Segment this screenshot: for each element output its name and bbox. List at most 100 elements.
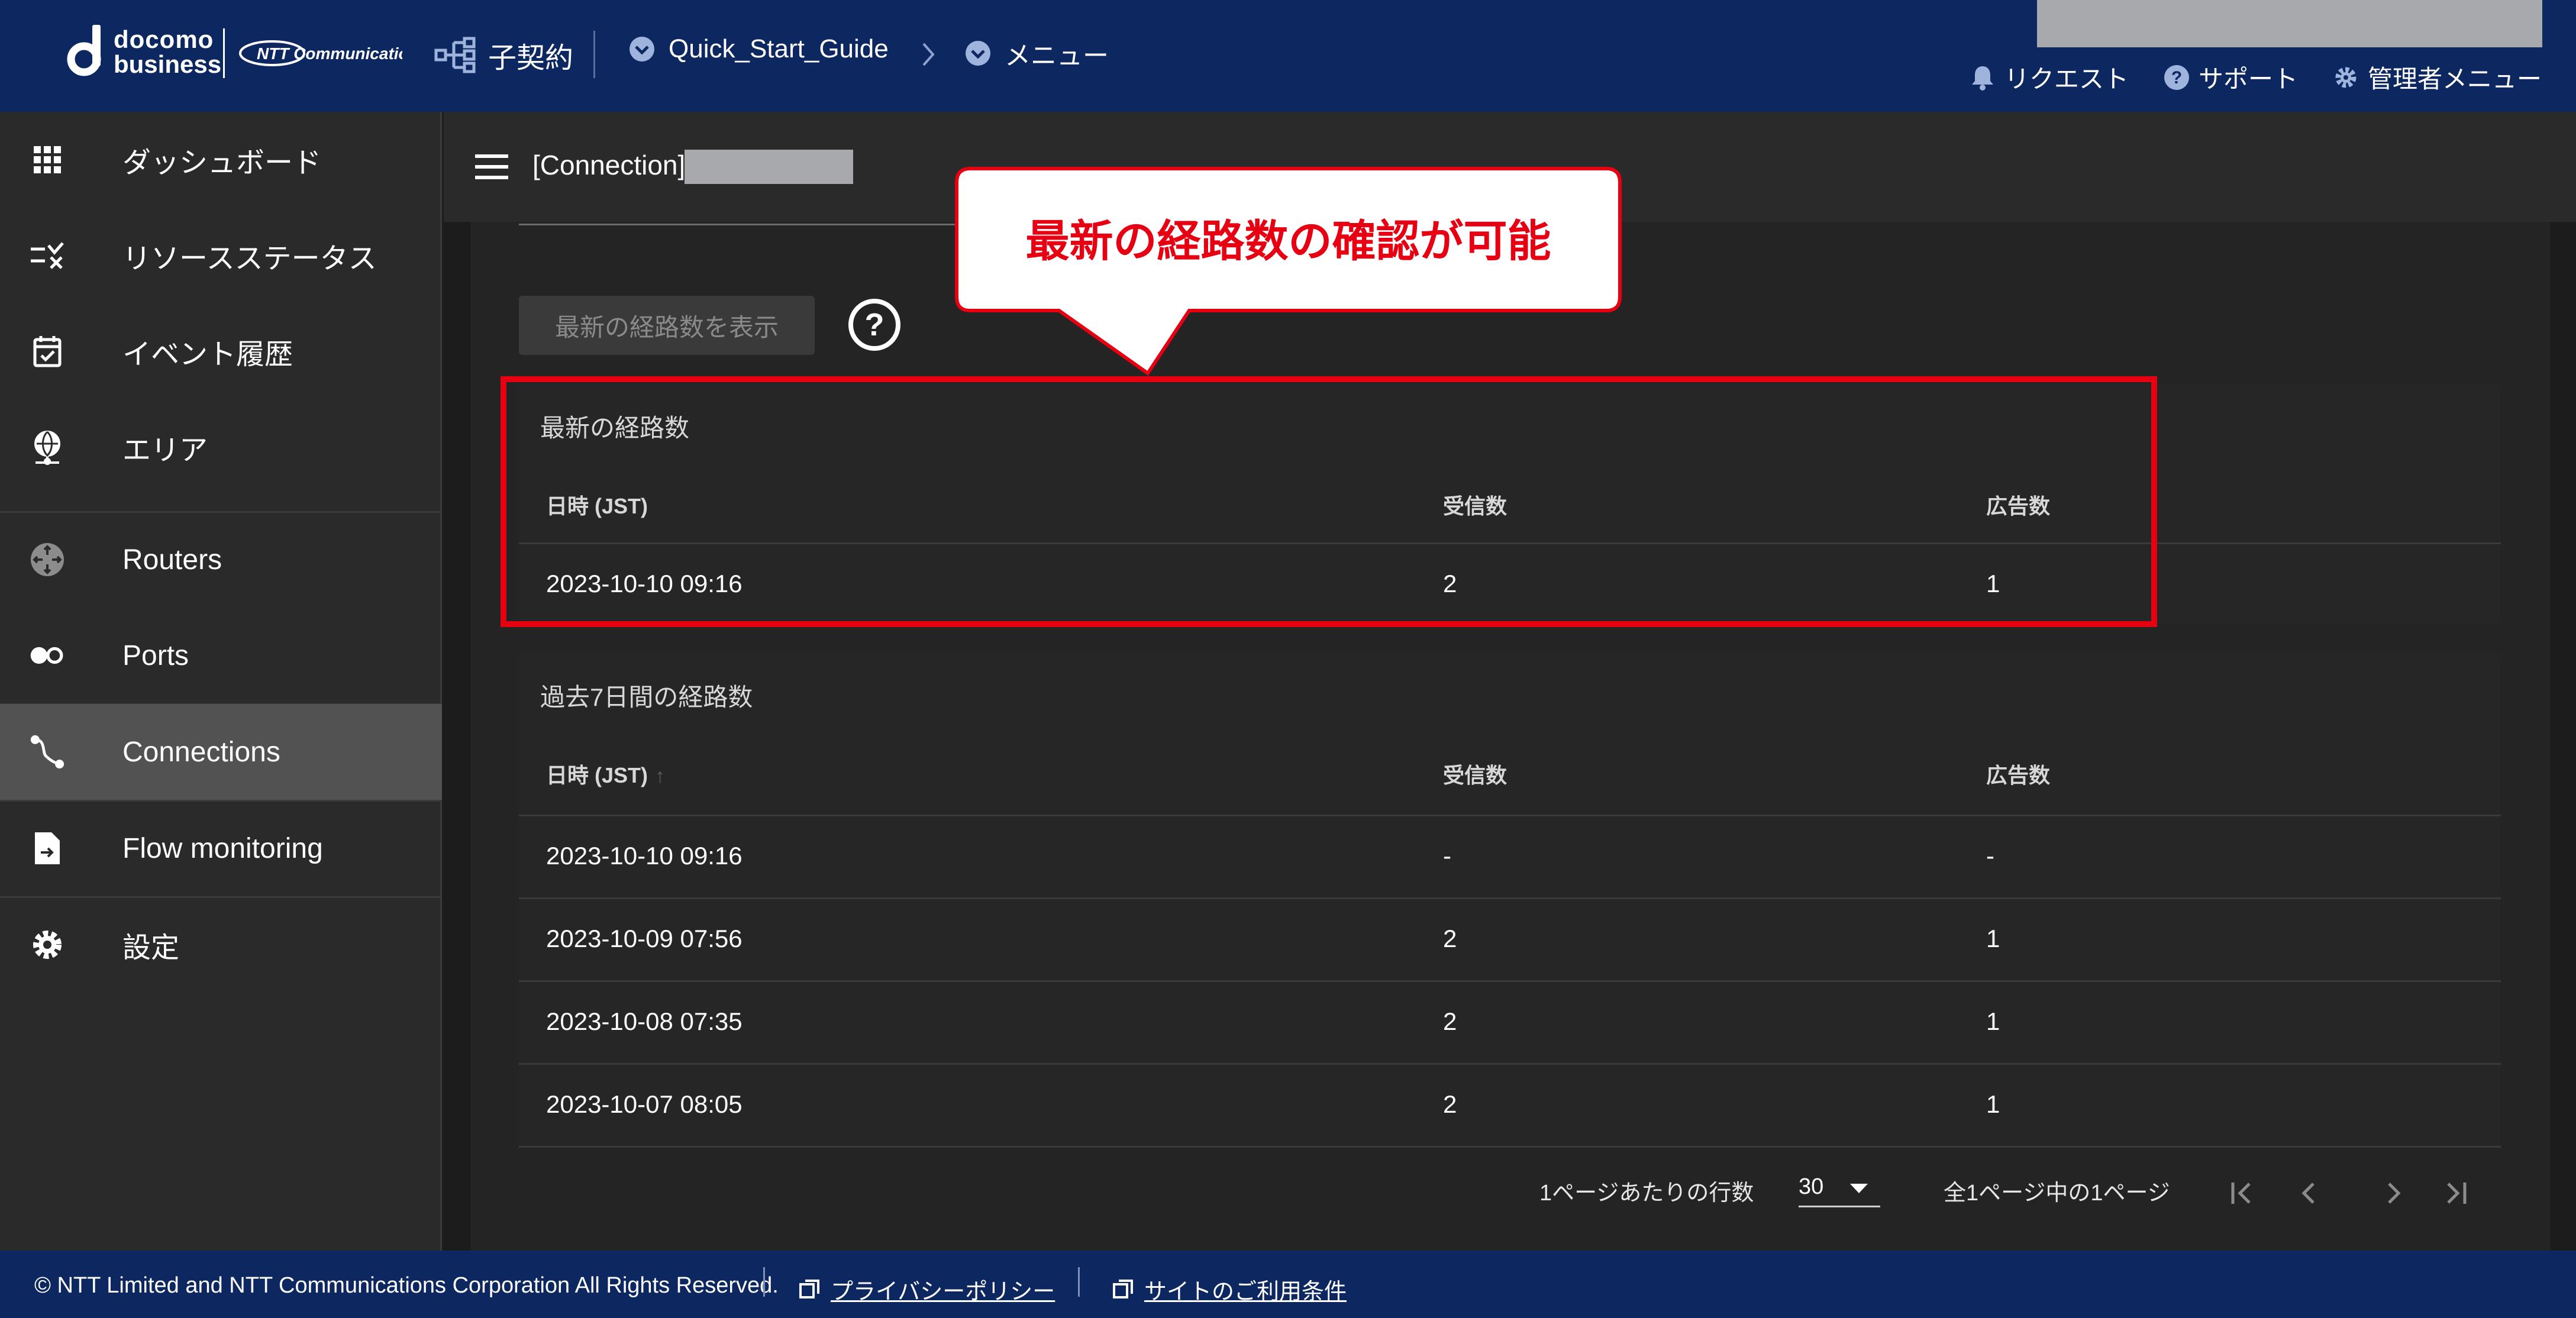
- sidebar-item-label: Routers: [122, 544, 222, 576]
- question-circle-icon: ?: [2164, 64, 2189, 90]
- table-cell: 1: [1986, 1090, 2000, 1118]
- gear-icon: [30, 927, 65, 962]
- sidebar-item-label: Ports: [122, 639, 189, 671]
- caret-down-icon: [1850, 1184, 1868, 1193]
- sidebar: ダッシュボード リソースステータス イベント履歴 エリア Routers Por…: [0, 112, 442, 1251]
- help-icon[interactable]: ?: [847, 298, 902, 352]
- sidebar-item-resource-status[interactable]: リソースステータス: [0, 208, 442, 303]
- breadcrumb-quick-start-label: Quick_Start_Guide: [669, 34, 889, 63]
- last-page-icon[interactable]: [2442, 1180, 2468, 1206]
- footer-divider: [763, 1267, 765, 1297]
- globe-pin-icon: [30, 429, 65, 465]
- row-divider: [519, 1146, 2501, 1148]
- table-cell: 2: [1443, 1090, 1457, 1118]
- rows-per-page-label: 1ページあたりの行数: [1539, 1181, 1754, 1206]
- table-cell: 2023-10-10 09:16: [546, 842, 743, 870]
- callout-text: 最新の経路数の確認が可能: [1025, 217, 1551, 266]
- sidebar-item-area[interactable]: エリア: [0, 399, 442, 495]
- sidebar-item-routers[interactable]: Routers: [0, 512, 442, 608]
- grid-icon: [30, 142, 65, 177]
- chevron-circle-icon: [966, 41, 990, 66]
- column-header-datetime: 日時 (JST): [546, 763, 648, 787]
- router-icon: [30, 542, 65, 577]
- table-cell: -: [1986, 842, 1994, 870]
- field-underline: [519, 224, 957, 225]
- column-header-advertised: 広告数: [1986, 763, 2051, 787]
- breadcrumb-quick-start[interactable]: Quick_Start_Guide: [628, 34, 889, 64]
- external-link-icon: [799, 1279, 819, 1298]
- show-latest-routes-button[interactable]: 最新の経路数を表示: [519, 296, 815, 355]
- next-page-icon[interactable]: [2381, 1180, 2407, 1206]
- org-selector[interactable]: 子契約: [434, 34, 573, 76]
- redacted-connection-name: [685, 150, 853, 184]
- row-divider: [519, 815, 2501, 816]
- ntt-logo-text: NTT Communications: [257, 44, 402, 63]
- privacy-policy-link[interactable]: プライバシーポリシー: [799, 1273, 1055, 1306]
- sidebar-item-label: Connections: [122, 736, 280, 768]
- ports-icon: [30, 638, 65, 673]
- header-links: リクエスト ? サポート 管理者メニュー: [1969, 59, 2542, 95]
- app-footer: © NTT Limited and NTT Communications Cor…: [0, 1251, 2576, 1318]
- footer-divider: [1078, 1267, 1080, 1297]
- page-info: 全1ページ中の1ページ: [1944, 1181, 2170, 1206]
- sidebar-item-label: リソースステータス: [122, 243, 377, 274]
- sidebar-item-event-history[interactable]: イベント履歴: [0, 303, 442, 399]
- row-divider: [519, 897, 2501, 899]
- first-page-icon[interactable]: [2229, 1180, 2255, 1206]
- privacy-policy-label: プライバシーポリシー: [831, 1280, 1055, 1304]
- sidebar-item-label: イベント履歴: [122, 339, 293, 370]
- ntt-communications-logo: NTT Communications: [237, 34, 402, 70]
- org-tree-icon: [434, 37, 476, 73]
- svg-text:?: ?: [2171, 68, 2182, 88]
- copyright-text: © NTT Limited and NTT Communications Cor…: [34, 1273, 779, 1298]
- history-routes-title: 過去7日間の経路数: [540, 683, 753, 711]
- admin-menu-link[interactable]: 管理者メニュー: [2332, 59, 2542, 95]
- column-header-received: 受信数: [1443, 763, 1507, 787]
- row-divider: [519, 980, 2501, 982]
- sidebar-item-settings[interactable]: 設定: [0, 897, 442, 993]
- checklist-icon: [30, 238, 65, 273]
- connection-icon: [30, 734, 65, 770]
- table-cell: 2: [1443, 1007, 1457, 1035]
- request-link[interactable]: リクエスト: [1969, 59, 2129, 95]
- sidebar-item-label: Flow monitoring: [122, 832, 323, 864]
- sidebar-item-ports[interactable]: Ports: [0, 608, 442, 703]
- table-cell: -: [1443, 842, 1451, 870]
- terms-of-use-label: サイトのご利用条件: [1144, 1280, 1347, 1304]
- logo-docomo-text: docomo: [114, 25, 214, 53]
- bell-icon: [1971, 66, 1993, 91]
- table-cell: 2023-10-08 07:35: [546, 1007, 743, 1035]
- page-title: [Connection]: [532, 150, 686, 180]
- row-divider: [519, 1063, 2501, 1065]
- support-link[interactable]: ? サポート: [2163, 59, 2298, 95]
- admin-menu-label: 管理者メニュー: [2367, 65, 2542, 93]
- sidebar-item-dashboard[interactable]: ダッシュボード: [0, 112, 442, 208]
- org-label: 子契約: [488, 43, 574, 74]
- calendar-check-icon: [30, 334, 65, 369]
- sidebar-item-label: エリア: [122, 435, 208, 466]
- table-cell: 2023-10-07 08:05: [546, 1090, 743, 1118]
- external-link-icon: [1113, 1279, 1133, 1298]
- redacted-account-info: [2037, 0, 2542, 47]
- sidebar-item-flow-monitoring[interactable]: Flow monitoring: [0, 800, 442, 896]
- history-routes-panel: 過去7日間の経路数 日時 (JST) ↑ 受信数 広告数 2023-10-10 …: [519, 654, 2501, 1148]
- sidebar-item-connections[interactable]: Connections: [0, 704, 442, 800]
- sortable-header-datetime[interactable]: 日時 (JST) ↑: [546, 758, 665, 789]
- terms-of-use-link[interactable]: サイトのご利用条件: [1112, 1273, 1347, 1306]
- ntt-swirl-icon: NTT Communications: [239, 40, 402, 66]
- table-cell: 2023-10-09 07:56: [546, 925, 743, 952]
- table-cell: 1: [1986, 925, 2000, 952]
- breadcrumb-menu-label: メニュー: [1005, 41, 1109, 70]
- hamburger-menu-icon[interactable]: [475, 154, 508, 179]
- support-link-label: サポート: [2198, 65, 2298, 93]
- previous-page-icon[interactable]: [2296, 1180, 2322, 1206]
- sidebar-item-label: 設定: [122, 932, 180, 964]
- docomo-d-logo-icon: [67, 25, 101, 76]
- rows-per-page-select[interactable]: 30: [1799, 1168, 1880, 1207]
- table-cell: 2: [1443, 925, 1457, 952]
- request-link-label: リクエスト: [2004, 65, 2129, 93]
- sidebar-item-label: ダッシュボード: [122, 147, 322, 179]
- breadcrumb-menu[interactable]: メニュー: [964, 34, 1109, 72]
- gear-icon: [2335, 67, 2357, 88]
- app-header: docomo business NTT Communications 子契約 Q…: [0, 0, 2576, 112]
